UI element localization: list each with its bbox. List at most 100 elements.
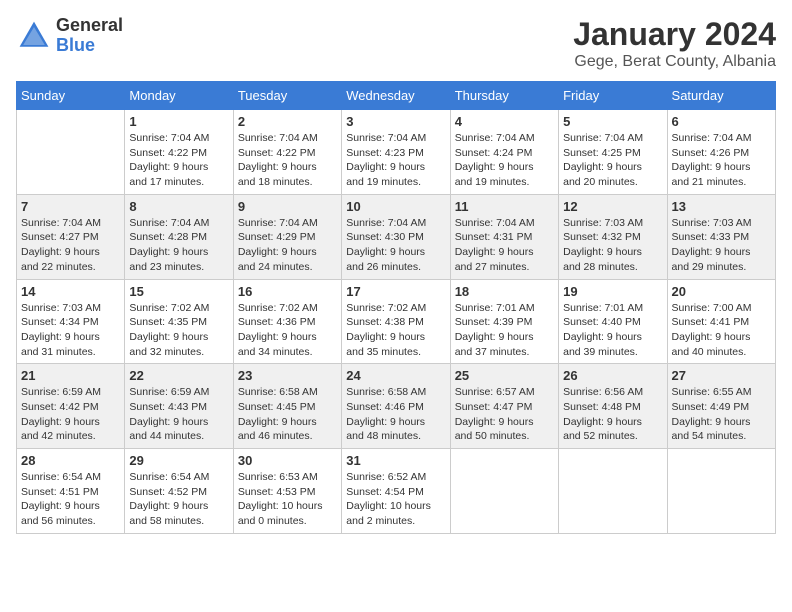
day-number: 25 bbox=[455, 368, 554, 383]
day-info: Sunrise: 7:00 AM Sunset: 4:41 PM Dayligh… bbox=[672, 301, 771, 360]
day-number: 21 bbox=[21, 368, 120, 383]
calendar-cell: 4 Sunrise: 7:04 AM Sunset: 4:24 PM Daylig… bbox=[450, 110, 558, 195]
calendar-week-row: 7 Sunrise: 7:04 AM Sunset: 4:27 PM Daylig… bbox=[17, 194, 776, 279]
calendar-cell bbox=[667, 449, 775, 534]
day-info: Sunrise: 7:04 AM Sunset: 4:30 PM Dayligh… bbox=[346, 216, 445, 275]
day-number: 23 bbox=[238, 368, 337, 383]
calendar-cell: 24Sunrise: 6:58 AM Sunset: 4:46 PM Dayli… bbox=[342, 364, 450, 449]
day-number: 7 bbox=[21, 199, 120, 214]
day-number: 24 bbox=[346, 368, 445, 383]
day-number: 3 bbox=[346, 114, 445, 129]
calendar-day-header: Thursday bbox=[450, 82, 558, 110]
day-number: 28 bbox=[21, 453, 120, 468]
day-number: 16 bbox=[238, 284, 337, 299]
calendar-cell: 14 Sunrise: 7:03 AM Sunset: 4:34 PM Dayli… bbox=[17, 279, 125, 364]
calendar-cell: 21 Sunrise: 6:59 AM Sunset: 4:42 PM Dayli… bbox=[17, 364, 125, 449]
calendar-cell: 1Sunrise: 7:04 AM Sunset: 4:22 PM Daylig… bbox=[125, 110, 233, 195]
day-info: Sunrise: 7:04 AM Sunset: 4:25 PM Dayligh… bbox=[563, 131, 662, 190]
calendar-cell: 3 Sunrise: 7:04 AM Sunset: 4:23 PM Daylig… bbox=[342, 110, 450, 195]
day-info: Sunrise: 6:59 AM Sunset: 4:43 PM Dayligh… bbox=[129, 385, 228, 444]
day-info: Sunrise: 7:01 AM Sunset: 4:40 PM Dayligh… bbox=[563, 301, 662, 360]
calendar-week-row: 14 Sunrise: 7:03 AM Sunset: 4:34 PM Dayli… bbox=[17, 279, 776, 364]
day-number: 4 bbox=[455, 114, 554, 129]
day-info: Sunrise: 7:03 AM Sunset: 4:33 PM Dayligh… bbox=[672, 216, 771, 275]
calendar-week-row: 21 Sunrise: 6:59 AM Sunset: 4:42 PM Dayli… bbox=[17, 364, 776, 449]
calendar-cell: 22Sunrise: 6:59 AM Sunset: 4:43 PM Dayli… bbox=[125, 364, 233, 449]
day-info: Sunrise: 7:03 AM Sunset: 4:34 PM Dayligh… bbox=[21, 301, 120, 360]
calendar-table: SundayMondayTuesdayWednesdayThursdayFrid… bbox=[16, 81, 776, 534]
calendar-cell: 7 Sunrise: 7:04 AM Sunset: 4:27 PM Daylig… bbox=[17, 194, 125, 279]
day-number: 9 bbox=[238, 199, 337, 214]
calendar-cell: 16 Sunrise: 7:02 AM Sunset: 4:36 PM Dayli… bbox=[233, 279, 341, 364]
calendar-cell: 5Sunrise: 7:04 AM Sunset: 4:25 PM Daylig… bbox=[559, 110, 667, 195]
day-info: Sunrise: 7:04 AM Sunset: 4:22 PM Dayligh… bbox=[238, 131, 337, 190]
day-info: Sunrise: 7:04 AM Sunset: 4:29 PM Dayligh… bbox=[238, 216, 337, 275]
calendar-cell: 20Sunrise: 7:00 AM Sunset: 4:41 PM Dayli… bbox=[667, 279, 775, 364]
calendar-cell: 31 Sunrise: 6:52 AM Sunset: 4:54 PM Dayli… bbox=[342, 449, 450, 534]
day-number: 8 bbox=[129, 199, 228, 214]
day-number: 11 bbox=[455, 199, 554, 214]
calendar-day-header: Sunday bbox=[17, 82, 125, 110]
calendar-cell: 13 Sunrise: 7:03 AM Sunset: 4:33 PM Dayli… bbox=[667, 194, 775, 279]
calendar-cell: 12 Sunrise: 7:03 AM Sunset: 4:32 PM Dayli… bbox=[559, 194, 667, 279]
calendar-cell: 2Sunrise: 7:04 AM Sunset: 4:22 PM Daylig… bbox=[233, 110, 341, 195]
calendar-cell: 8Sunrise: 7:04 AM Sunset: 4:28 PM Daylig… bbox=[125, 194, 233, 279]
calendar-cell: 23 Sunrise: 6:58 AM Sunset: 4:45 PM Dayli… bbox=[233, 364, 341, 449]
day-info: Sunrise: 7:04 AM Sunset: 4:26 PM Dayligh… bbox=[672, 131, 771, 190]
day-info: Sunrise: 7:04 AM Sunset: 4:24 PM Dayligh… bbox=[455, 131, 554, 190]
day-number: 17 bbox=[346, 284, 445, 299]
day-info: Sunrise: 6:58 AM Sunset: 4:45 PM Dayligh… bbox=[238, 385, 337, 444]
calendar-cell: 28 Sunrise: 6:54 AM Sunset: 4:51 PM Dayli… bbox=[17, 449, 125, 534]
day-info: Sunrise: 7:02 AM Sunset: 4:38 PM Dayligh… bbox=[346, 301, 445, 360]
calendar-header-row: SundayMondayTuesdayWednesdayThursdayFrid… bbox=[17, 82, 776, 110]
day-info: Sunrise: 6:59 AM Sunset: 4:42 PM Dayligh… bbox=[21, 385, 120, 444]
day-info: Sunrise: 6:52 AM Sunset: 4:54 PM Dayligh… bbox=[346, 470, 445, 529]
calendar-week-row: 28 Sunrise: 6:54 AM Sunset: 4:51 PM Dayli… bbox=[17, 449, 776, 534]
calendar-cell: 9 Sunrise: 7:04 AM Sunset: 4:29 PM Daylig… bbox=[233, 194, 341, 279]
calendar-day-header: Friday bbox=[559, 82, 667, 110]
day-info: Sunrise: 7:03 AM Sunset: 4:32 PM Dayligh… bbox=[563, 216, 662, 275]
calendar-cell: 27Sunrise: 6:55 AM Sunset: 4:49 PM Dayli… bbox=[667, 364, 775, 449]
day-info: Sunrise: 6:55 AM Sunset: 4:49 PM Dayligh… bbox=[672, 385, 771, 444]
calendar-cell: 18Sunrise: 7:01 AM Sunset: 4:39 PM Dayli… bbox=[450, 279, 558, 364]
logo: General Blue bbox=[16, 16, 123, 56]
day-info: Sunrise: 6:54 AM Sunset: 4:51 PM Dayligh… bbox=[21, 470, 120, 529]
day-number: 12 bbox=[563, 199, 662, 214]
day-number: 15 bbox=[129, 284, 228, 299]
day-number: 13 bbox=[672, 199, 771, 214]
calendar-day-header: Saturday bbox=[667, 82, 775, 110]
calendar-cell: 6 Sunrise: 7:04 AM Sunset: 4:26 PM Daylig… bbox=[667, 110, 775, 195]
calendar-cell: 15Sunrise: 7:02 AM Sunset: 4:35 PM Dayli… bbox=[125, 279, 233, 364]
day-info: Sunrise: 6:57 AM Sunset: 4:47 PM Dayligh… bbox=[455, 385, 554, 444]
day-info: Sunrise: 6:53 AM Sunset: 4:53 PM Dayligh… bbox=[238, 470, 337, 529]
calendar-day-header: Wednesday bbox=[342, 82, 450, 110]
header: General Blue January 2024 Gege, Berat Co… bbox=[16, 16, 776, 71]
day-number: 10 bbox=[346, 199, 445, 214]
day-number: 31 bbox=[346, 453, 445, 468]
day-number: 14 bbox=[21, 284, 120, 299]
month-title: January 2024 bbox=[573, 16, 776, 53]
day-number: 29 bbox=[129, 453, 228, 468]
logo-general-text: General bbox=[56, 16, 123, 36]
day-info: Sunrise: 6:54 AM Sunset: 4:52 PM Dayligh… bbox=[129, 470, 228, 529]
calendar-cell bbox=[450, 449, 558, 534]
day-number: 30 bbox=[238, 453, 337, 468]
day-number: 26 bbox=[563, 368, 662, 383]
calendar-day-header: Tuesday bbox=[233, 82, 341, 110]
logo-icon bbox=[16, 18, 52, 54]
location-subtitle: Gege, Berat County, Albania bbox=[573, 53, 776, 71]
calendar-cell: 26Sunrise: 6:56 AM Sunset: 4:48 PM Dayli… bbox=[559, 364, 667, 449]
calendar-cell: 11Sunrise: 7:04 AM Sunset: 4:31 PM Dayli… bbox=[450, 194, 558, 279]
calendar-cell: 17 Sunrise: 7:02 AM Sunset: 4:38 PM Dayli… bbox=[342, 279, 450, 364]
day-info: Sunrise: 7:04 AM Sunset: 4:27 PM Dayligh… bbox=[21, 216, 120, 275]
day-info: Sunrise: 7:04 AM Sunset: 4:23 PM Dayligh… bbox=[346, 131, 445, 190]
logo-text: General Blue bbox=[56, 16, 123, 56]
calendar-week-row: 1 Sunrise: 7:04 AM Sunset: 4:22 PM Daylig… bbox=[17, 110, 776, 195]
day-number: 1 bbox=[129, 114, 228, 129]
calendar-cell: 10 Sunrise: 7:04 AM Sunset: 4:30 PM Dayli… bbox=[342, 194, 450, 279]
logo-blue-text: Blue bbox=[56, 36, 123, 56]
day-number: 18 bbox=[455, 284, 554, 299]
day-info: Sunrise: 7:02 AM Sunset: 4:36 PM Dayligh… bbox=[238, 301, 337, 360]
calendar-cell bbox=[17, 110, 125, 195]
day-number: 6 bbox=[672, 114, 771, 129]
